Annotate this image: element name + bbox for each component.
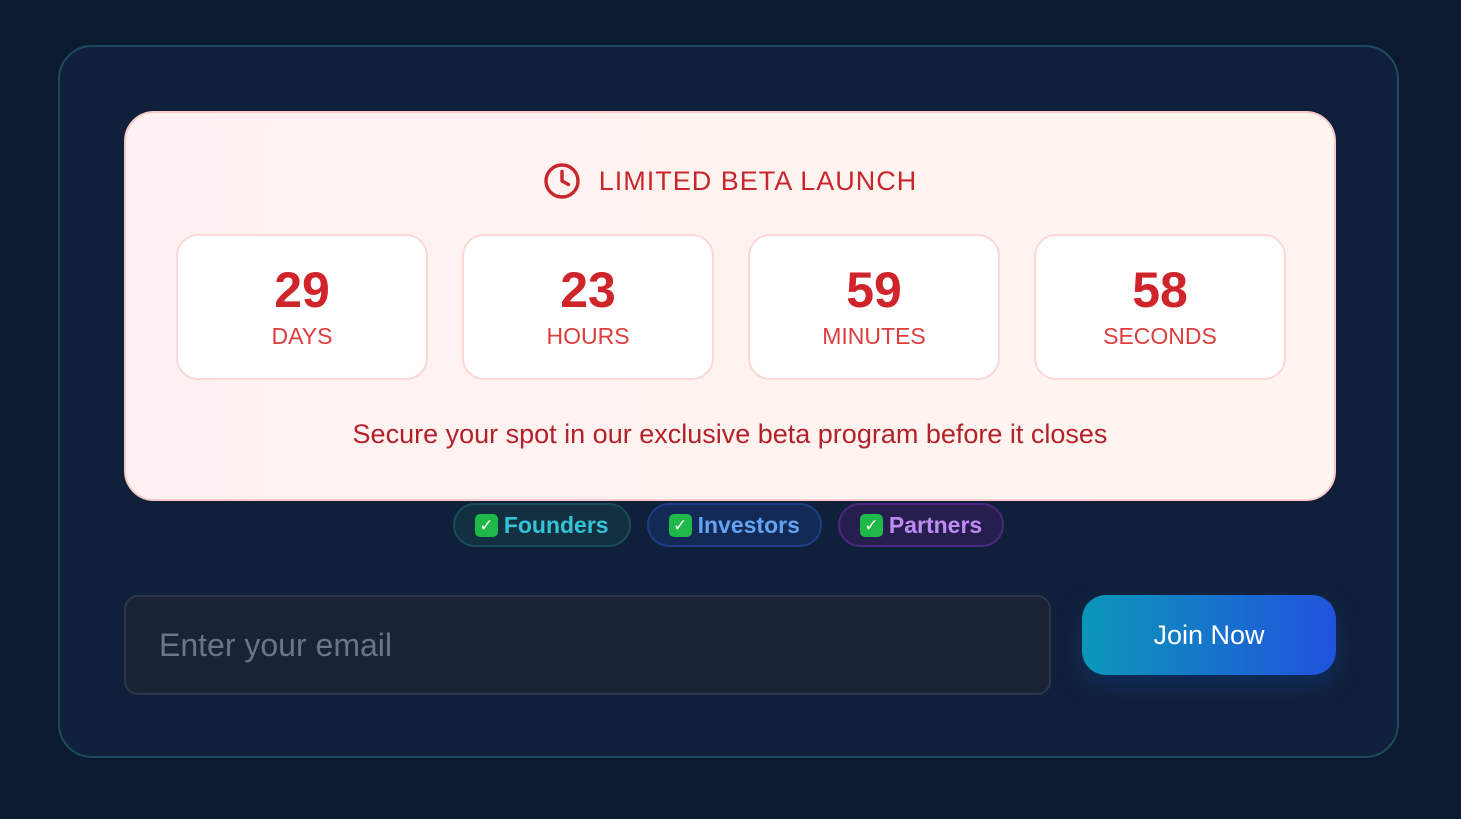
partners-badge: ✓ Partners <box>837 503 1005 547</box>
hours-box: 23 HOURS <box>462 234 714 380</box>
partners-badge-label: Partners <box>888 511 983 538</box>
days-value: 29 <box>274 262 330 318</box>
countdown-title: LIMITED BETA LAUNCH <box>598 166 918 196</box>
countdown-subtitle: Secure your spot in our exclusive beta p… <box>352 419 1108 449</box>
investors-badge: ✓ Investors <box>646 503 822 547</box>
minutes-value: 59 <box>846 262 902 318</box>
countdown-panel: LIMITED BETA LAUNCH 29 DAYS 23 HOURS 59 … <box>124 111 1336 501</box>
days-box: 29 DAYS <box>176 234 428 380</box>
minutes-box: 59 MINUTES <box>748 234 1000 380</box>
audience-badges: ✓ Founders ✓ Investors ✓ Partners <box>60 503 1397 547</box>
hours-label: HOURS <box>546 323 630 349</box>
check-mark-icon: ✓ <box>859 513 883 537</box>
join-now-button[interactable]: Join Now <box>1082 595 1336 675</box>
check-mark-icon: ✓ <box>474 513 498 537</box>
minutes-label: MINUTES <box>822 323 926 349</box>
email-input[interactable] <box>124 595 1051 695</box>
investors-badge-label: Investors <box>697 511 800 538</box>
founders-badge: ✓ Founders <box>452 503 631 547</box>
hours-value: 23 <box>560 262 616 318</box>
signup-card: LIMITED BETA LAUNCH 29 DAYS 23 HOURS 59 … <box>58 45 1399 758</box>
days-label: DAYS <box>271 323 333 349</box>
clock-icon <box>543 162 581 200</box>
check-mark-icon: ✓ <box>668 513 692 537</box>
founders-badge-label: Founders <box>503 511 609 538</box>
countdown-header: LIMITED BETA LAUNCH <box>126 161 1334 201</box>
seconds-box: 58 SECONDS <box>1034 234 1286 380</box>
seconds-value: 58 <box>1132 262 1188 318</box>
countdown-timer: 29 DAYS 23 HOURS 59 MINUTES 58 SECONDS <box>176 234 1286 380</box>
seconds-label: SECONDS <box>1103 323 1217 349</box>
